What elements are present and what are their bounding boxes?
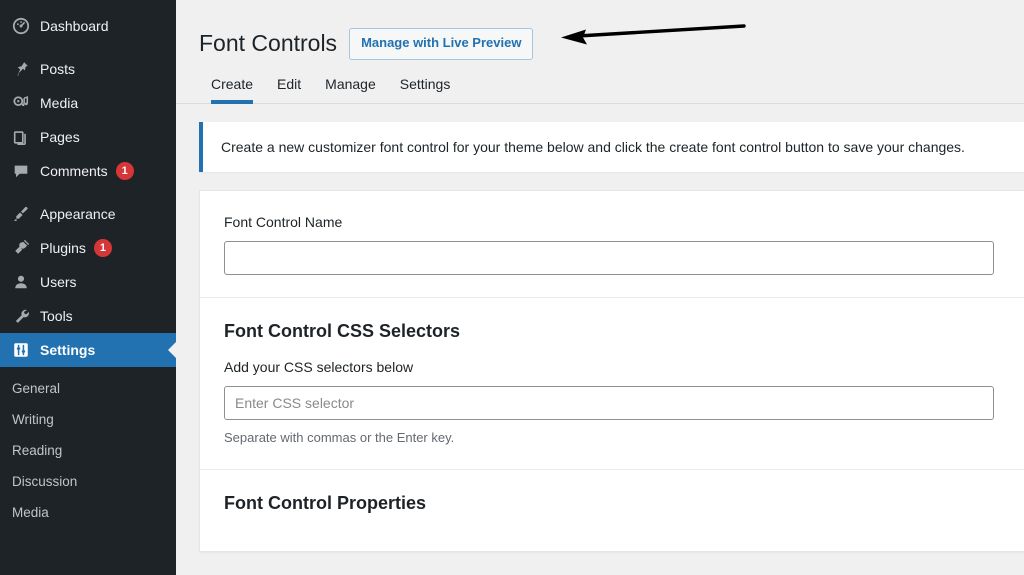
css-selectors-heading: Font Control CSS Selectors bbox=[224, 321, 461, 342]
comment-icon bbox=[11, 161, 31, 181]
sidebar-item-users[interactable]: Users bbox=[0, 265, 176, 299]
wrench-icon bbox=[11, 306, 31, 326]
sidebar-item-label: Media bbox=[40, 95, 79, 111]
sidebar-item-label: Appearance bbox=[40, 206, 116, 222]
sidebar-item-pages[interactable]: Pages bbox=[0, 120, 176, 154]
font-control-properties-heading: Font Control Properties bbox=[224, 492, 426, 513]
status-badge: 1 bbox=[93, 239, 112, 257]
screen: Dashboard Posts Media Pages Comments 1 A… bbox=[0, 0, 1024, 575]
sidebar-item-settings[interactable]: Settings bbox=[0, 333, 176, 367]
tab-edit[interactable]: Edit bbox=[265, 77, 313, 103]
dashboard-icon bbox=[11, 16, 31, 36]
status-badge: 1 bbox=[115, 162, 134, 180]
sidebar-item-discussion[interactable]: Discussion bbox=[0, 466, 176, 497]
tab-manage[interactable]: Manage bbox=[313, 77, 388, 103]
pin-icon bbox=[11, 59, 31, 79]
sidebar-separator bbox=[0, 188, 176, 197]
font-control-form-card: Font Control Name Font Control CSS Selec… bbox=[199, 190, 1024, 553]
active-menu-pointer bbox=[168, 342, 176, 358]
css-selectors-section: Font Control CSS Selectors Add your CSS … bbox=[200, 298, 1024, 469]
plug-icon bbox=[11, 238, 31, 258]
sidebar-item-reading[interactable]: Reading bbox=[0, 435, 176, 466]
font-control-name-label: Font Control Name bbox=[224, 214, 343, 230]
font-control-name-section: Font Control Name bbox=[200, 191, 1024, 297]
tab-settings[interactable]: Settings bbox=[388, 77, 463, 103]
sidebar-item-label: Posts bbox=[40, 61, 76, 77]
sidebar-item-label: Pages bbox=[40, 129, 80, 145]
sidebar-item-label: Plugins bbox=[40, 240, 86, 256]
sidebar-item-writing[interactable]: Writing bbox=[0, 404, 176, 435]
paintbrush-icon bbox=[11, 204, 31, 224]
main-content: Font Controls Manage with Live Preview C… bbox=[176, 0, 1024, 575]
manage-with-live-preview-button[interactable]: Manage with Live Preview bbox=[349, 28, 534, 60]
admin-sidebar: Dashboard Posts Media Pages Comments 1 A… bbox=[0, 0, 176, 575]
tab-create[interactable]: Create bbox=[199, 77, 265, 104]
sidebar-item-label: Comments bbox=[40, 163, 108, 179]
page-header: Font Controls Manage with Live Preview bbox=[176, 0, 1024, 62]
tab-bar: Create Edit Manage Settings bbox=[176, 62, 1024, 104]
sidebar-item-media[interactable]: Media bbox=[0, 86, 176, 120]
css-selector-input[interactable] bbox=[224, 385, 994, 420]
media-icon bbox=[11, 93, 31, 113]
font-control-name-input[interactable] bbox=[224, 241, 994, 276]
sidebar-item-media-settings[interactable]: Media bbox=[0, 497, 176, 528]
sidebar-item-plugins[interactable]: Plugins 1 bbox=[0, 231, 176, 265]
user-icon bbox=[11, 272, 31, 292]
sidebar-item-label: Dashboard bbox=[40, 18, 109, 34]
sidebar-item-label: Users bbox=[40, 274, 77, 290]
sidebar-item-posts[interactable]: Posts bbox=[0, 52, 176, 86]
pages-icon bbox=[11, 127, 31, 147]
sidebar-item-appearance[interactable]: Appearance bbox=[0, 197, 176, 231]
settings-sliders-icon bbox=[11, 340, 31, 360]
settings-submenu: General Writing Reading Discussion Media bbox=[0, 367, 176, 536]
info-notice: Create a new customizer font control for… bbox=[199, 122, 1024, 172]
css-selectors-help-text: Separate with commas or the Enter key. bbox=[224, 429, 455, 445]
sidebar-top-spacer bbox=[0, 0, 176, 9]
sidebar-item-tools[interactable]: Tools bbox=[0, 299, 176, 333]
css-selectors-label: Add your CSS selectors below bbox=[224, 358, 414, 375]
sidebar-separator bbox=[0, 43, 176, 52]
sidebar-item-label: Tools bbox=[40, 308, 73, 324]
page-title: Font Controls bbox=[199, 30, 338, 57]
sidebar-item-dashboard[interactable]: Dashboard bbox=[0, 9, 176, 43]
font-control-properties-section: Font Control Properties bbox=[200, 470, 1024, 551]
sidebar-item-comments[interactable]: Comments 1 bbox=[0, 154, 176, 188]
notice-text: Create a new customizer font control for… bbox=[221, 138, 965, 155]
sidebar-item-general[interactable]: General bbox=[0, 373, 176, 404]
sidebar-item-label: Settings bbox=[40, 342, 96, 358]
